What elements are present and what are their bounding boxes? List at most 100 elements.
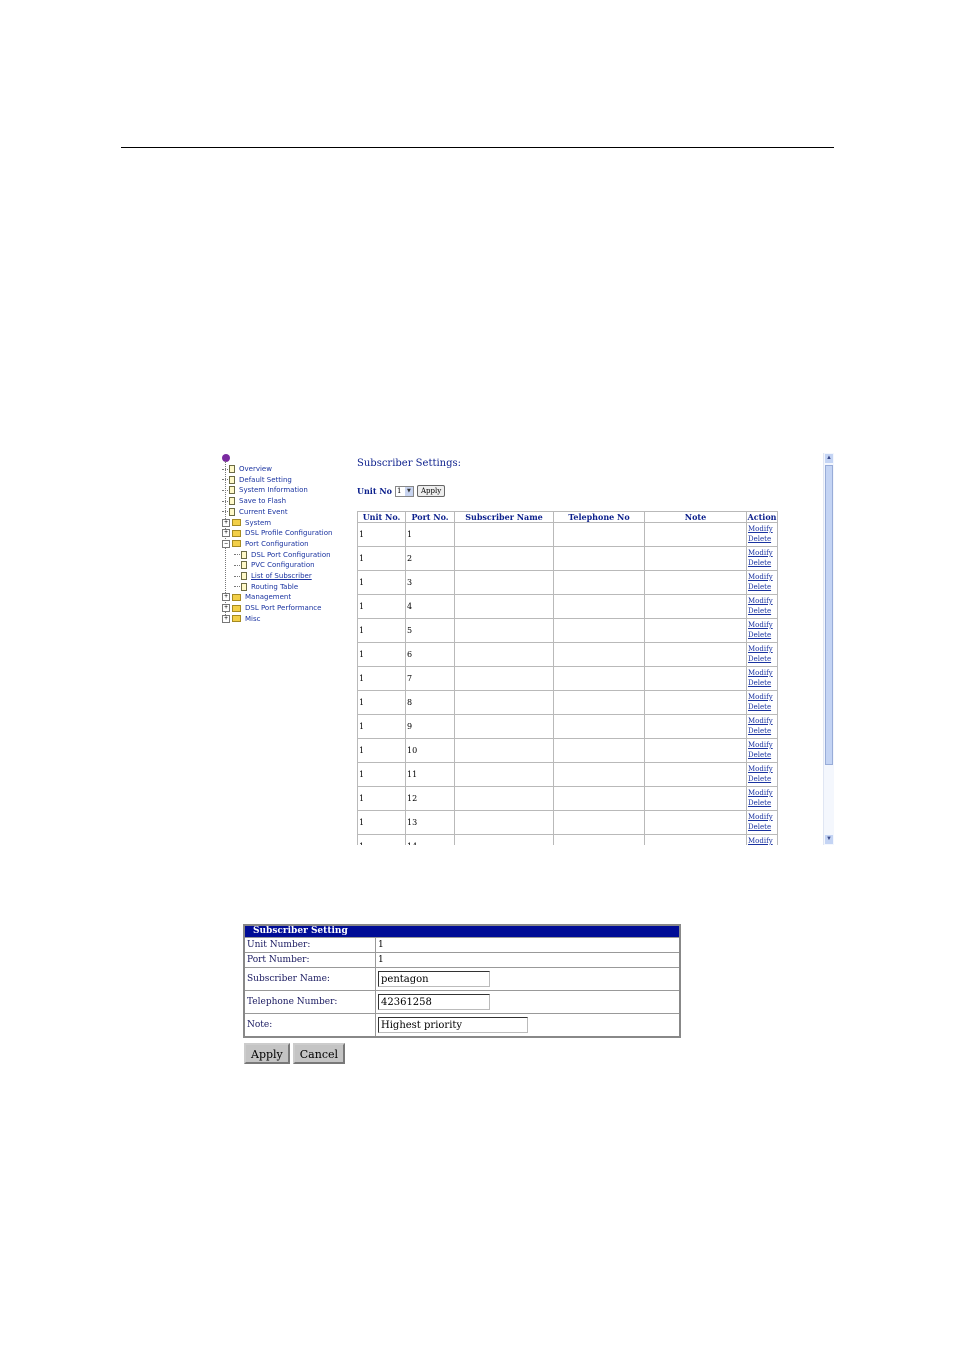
telephone-number-input[interactable]: 42361258 xyxy=(378,994,490,1010)
delete-link[interactable]: Delete xyxy=(748,606,776,616)
tree-item[interactable]: − Port Configuration xyxy=(222,539,309,549)
telephone-cell xyxy=(553,834,645,845)
unit-no-select[interactable]: 1 ▼ xyxy=(394,485,414,497)
modify-link[interactable]: Modify xyxy=(748,572,776,582)
subscriber-list-screenshot: Overview Default Setting System Informatio… xyxy=(220,453,834,845)
subscriber-setting-screenshot: Subscriber Setting Unit Number: 1 Port N… xyxy=(243,924,683,1068)
delete-link[interactable]: Delete xyxy=(748,750,776,760)
folder-icon xyxy=(232,540,241,548)
delete-link[interactable]: Delete xyxy=(748,726,776,736)
modify-link[interactable]: Modify xyxy=(748,548,776,558)
tree-connector xyxy=(222,468,228,470)
modify-link[interactable]: Modify xyxy=(748,740,776,750)
expand-icon[interactable]: + xyxy=(222,518,230,527)
expand-icon[interactable]: + xyxy=(222,593,230,602)
table-row: 1 9 Modify Delete xyxy=(357,714,778,739)
tree-item[interactable]: + Misc xyxy=(222,614,260,624)
table-row: 1 3 Modify Delete xyxy=(357,570,778,595)
page-icon xyxy=(241,561,247,570)
subscriber-name-cell xyxy=(454,546,554,571)
modify-link[interactable]: Modify xyxy=(748,716,776,726)
delete-link[interactable]: Delete xyxy=(748,798,776,808)
tree-item[interactable]: Current Event xyxy=(222,507,288,517)
note-cell xyxy=(644,738,747,763)
tree-item[interactable]: + Management xyxy=(222,592,291,602)
delete-link[interactable]: Delete xyxy=(748,582,776,592)
modify-link[interactable]: Modify xyxy=(748,812,776,822)
tree-item[interactable]: + System xyxy=(222,518,271,528)
tree-connector xyxy=(234,564,240,566)
modify-link[interactable]: Modify xyxy=(748,764,776,774)
tree-item[interactable]: List of Subscriber xyxy=(234,571,312,581)
unit-cell: 1 xyxy=(357,594,406,619)
unit-apply-button[interactable]: Apply xyxy=(416,485,446,497)
chevron-down-icon[interactable]: ▼ xyxy=(404,486,413,496)
delete-link[interactable]: Delete xyxy=(748,678,776,688)
subscriber-name-input[interactable]: pentagon xyxy=(378,971,490,987)
tree-item-label: DSL Port Performance xyxy=(245,604,322,613)
collapse-icon[interactable]: − xyxy=(222,539,230,548)
delete-link[interactable]: Delete xyxy=(748,654,776,664)
expand-icon[interactable]: + xyxy=(222,604,230,613)
scroll-up-icon[interactable]: ▲ xyxy=(825,454,833,463)
action-cell: ModifyDelete xyxy=(746,570,778,595)
tree-item[interactable]: Overview xyxy=(222,464,272,474)
note-cell xyxy=(644,522,747,547)
note-input[interactable]: Highest priority xyxy=(378,1016,528,1033)
tree-item[interactable]: Default Setting xyxy=(222,475,292,485)
tree-item[interactable]: + DSL Port Performance xyxy=(222,603,321,613)
modify-link[interactable]: Modify xyxy=(748,644,776,654)
modify-link[interactable]: Modify xyxy=(748,524,776,534)
table-row: 1 13 Modify Delete xyxy=(357,810,778,835)
delete-link[interactable]: Delete xyxy=(748,558,776,568)
tree-item[interactable]: PVC Configuration xyxy=(234,560,315,570)
tree-item[interactable]: DSL Port Configuration xyxy=(234,550,331,560)
delete-link[interactable]: Delete xyxy=(748,702,776,712)
tree-item-label: Misc xyxy=(245,614,261,623)
subscriber-list-panel: Subscriber Settings: Unit No 1 ▼ Apply U… xyxy=(357,453,819,845)
action-cell: ModifyDelete xyxy=(746,690,778,715)
port-cell: 3 xyxy=(405,570,455,595)
subscriber-name-cell xyxy=(454,642,554,667)
scroll-down-icon[interactable]: ▼ xyxy=(825,835,833,844)
column-header: Action xyxy=(746,511,778,523)
column-header: Unit No. xyxy=(357,511,406,523)
unit-cell: 1 xyxy=(357,810,406,835)
modify-link[interactable]: Modify xyxy=(748,668,776,678)
page-icon xyxy=(229,486,235,495)
apply-button[interactable]: Apply xyxy=(244,1043,290,1064)
subscriber-name-cell xyxy=(454,522,554,547)
scrollbar-thumb[interactable] xyxy=(825,465,833,765)
tree-item-label: System Information xyxy=(239,486,308,495)
modify-link[interactable]: Modify xyxy=(748,836,776,845)
folder-icon xyxy=(232,529,241,537)
action-cell: ModifyDelete xyxy=(746,546,778,571)
port-cell: 7 xyxy=(405,666,455,691)
unit-selector-row: Unit No 1 ▼ Apply xyxy=(357,485,446,497)
subscriber-table: Unit No. Port No. Subscriber Name Telephone… xyxy=(357,511,778,845)
tree-item[interactable]: Routing Table xyxy=(234,582,298,592)
table-row: 1 2 Modify Delete xyxy=(357,546,778,571)
page-title: Subscriber Settings: xyxy=(357,458,462,469)
tree-item[interactable]: System Information xyxy=(222,485,308,495)
note-cell xyxy=(644,690,747,715)
delete-link[interactable]: Delete xyxy=(748,822,776,832)
expand-icon[interactable]: + xyxy=(222,529,230,538)
modify-link[interactable]: Modify xyxy=(748,620,776,630)
unit-no-label: Unit No xyxy=(357,486,392,496)
port-cell: 1 xyxy=(405,522,455,547)
expand-icon[interactable]: + xyxy=(222,614,230,623)
delete-link[interactable]: Delete xyxy=(748,534,776,544)
subscriber-setting-form: Subscriber Setting Unit Number: 1 Port N… xyxy=(243,924,681,1038)
modify-link[interactable]: Modify xyxy=(748,596,776,606)
tree-item[interactable]: + DSL Profile Configuration xyxy=(222,528,332,538)
cancel-button[interactable]: Cancel xyxy=(292,1043,346,1064)
delete-link[interactable]: Delete xyxy=(748,774,776,784)
tree-item[interactable]: Save to Flash xyxy=(222,496,286,506)
tree-item-label: System xyxy=(245,518,272,527)
delete-link[interactable]: Delete xyxy=(748,630,776,640)
modify-link[interactable]: Modify xyxy=(748,692,776,702)
action-cell: ModifyDelete xyxy=(746,738,778,763)
vertical-scrollbar[interactable]: ▲ ▼ xyxy=(823,453,834,845)
modify-link[interactable]: Modify xyxy=(748,788,776,798)
